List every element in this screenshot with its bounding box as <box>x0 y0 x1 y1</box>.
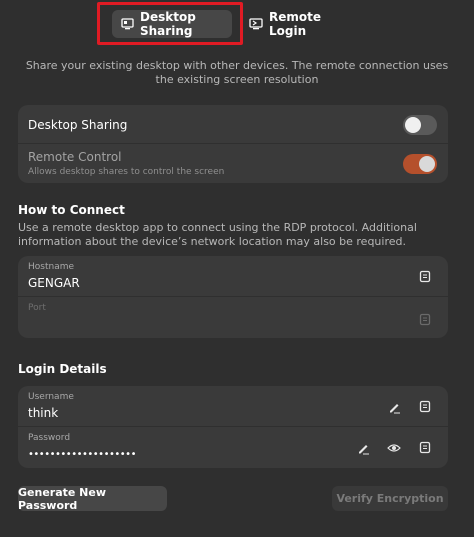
page-description: Share your existing desktop with other d… <box>25 59 449 86</box>
connection-info-card: Hostname GENGAR Port <box>18 256 448 338</box>
remote-control-subtitle: Allows desktop shares to control the scr… <box>28 167 225 177</box>
switch-knob <box>405 117 421 133</box>
verify-encryption-button[interactable]: Verify Encryption <box>332 486 448 511</box>
copy-password-button[interactable] <box>417 439 433 455</box>
password-label: Password <box>28 433 71 443</box>
remote-control-label: Remote Control <box>28 150 122 164</box>
edit-username-button[interactable] <box>386 399 402 415</box>
copy-port-button[interactable] <box>417 311 433 327</box>
username-label: Username <box>28 392 74 402</box>
hostname-row: Hostname GENGAR <box>18 256 448 297</box>
remote-control-row[interactable]: Remote Control Allows desktop shares to … <box>18 144 448 183</box>
port-row: Port <box>18 297 448 338</box>
how-to-connect-description: Use a remote desktop app to connect usin… <box>18 221 417 248</box>
copy-icon <box>419 270 431 282</box>
login-details-card: Username think Password ••••••••••••••••… <box>18 386 448 468</box>
desktop-sharing-switch[interactable] <box>403 115 437 135</box>
hostname-label: Hostname <box>28 262 75 272</box>
tab-remote-login[interactable]: Remote Login <box>240 10 350 38</box>
username-value: think <box>28 406 59 420</box>
annotation-highlight-box <box>97 2 243 45</box>
login-details-title: Login Details <box>18 362 107 376</box>
desktop-sharing-row[interactable]: Desktop Sharing <box>18 105 448 144</box>
copy-username-button[interactable] <box>417 398 433 414</box>
password-row: Password •••••••••••••••••••• <box>18 427 448 468</box>
edit-icon <box>389 403 400 414</box>
password-value: •••••••••••••••••••• <box>28 449 136 460</box>
desktop-sharing-label: Desktop Sharing <box>28 118 128 132</box>
how-to-connect-title: How to Connect <box>18 203 125 217</box>
tab-remote-login-label: Remote Login <box>269 10 322 38</box>
generate-new-password-button[interactable]: Generate New Password <box>18 486 167 512</box>
remote-login-icon <box>249 18 263 30</box>
remote-control-switch[interactable] <box>403 154 437 174</box>
copy-hostname-button[interactable] <box>417 268 433 284</box>
eye-icon <box>387 444 401 452</box>
copy-icon <box>419 400 431 412</box>
hostname-value: GENGAR <box>28 276 80 290</box>
edit-icon <box>358 444 369 455</box>
sharing-settings-card: Desktop Sharing Remote Control Allows de… <box>18 105 448 183</box>
username-row: Username think <box>18 386 448 427</box>
edit-password-button[interactable] <box>355 440 371 456</box>
copy-icon <box>419 441 431 453</box>
copy-icon <box>419 313 431 325</box>
port-label: Port <box>28 303 46 313</box>
switch-knob <box>419 156 435 172</box>
show-password-button[interactable] <box>386 440 402 456</box>
